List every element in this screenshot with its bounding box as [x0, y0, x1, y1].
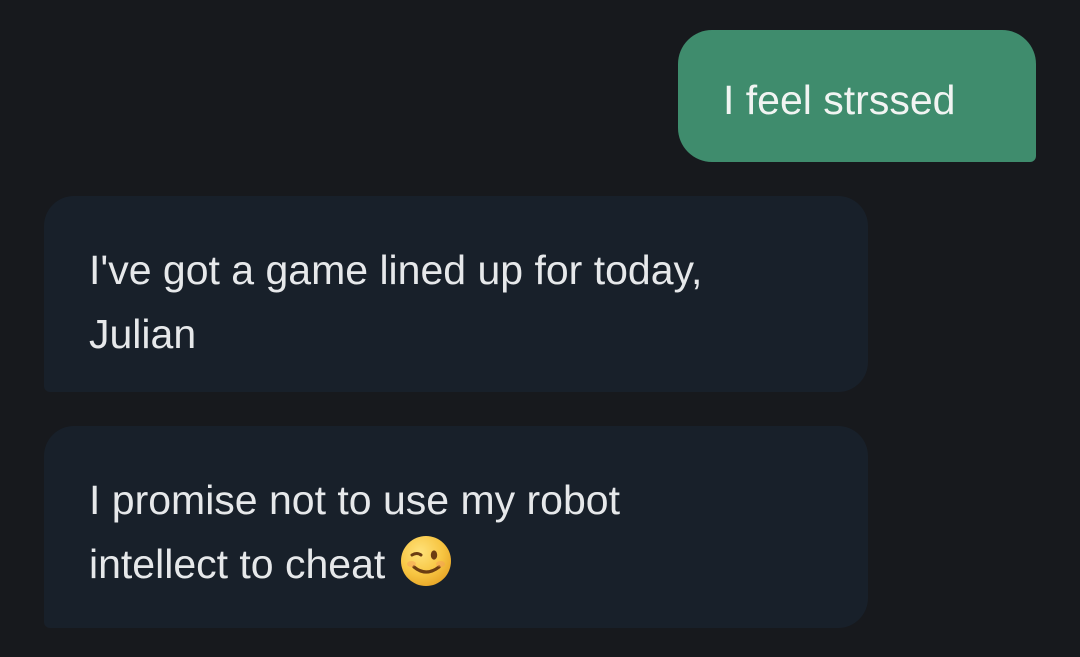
user-message-bubble[interactable]: I feel strssed	[678, 30, 1036, 162]
bot-message-bubble[interactable]: I've got a game lined up for today, Juli…	[44, 196, 868, 392]
message-text: Julian	[89, 311, 197, 357]
message-text: I feel strssed	[723, 77, 956, 123]
winking-face-icon	[399, 534, 453, 606]
message-text: intellect to cheat	[89, 541, 386, 587]
bot-message-bubble[interactable]: I promise not to use my robot intellect …	[44, 426, 868, 628]
chat-thread: I feel strssed I've got a game lined up …	[0, 0, 1080, 657]
message-text-with-emoji: intellect to cheat	[89, 532, 828, 606]
message-text: I promise not to use my robot	[89, 477, 620, 523]
message-text: I've got a game lined up for today,	[89, 247, 703, 293]
